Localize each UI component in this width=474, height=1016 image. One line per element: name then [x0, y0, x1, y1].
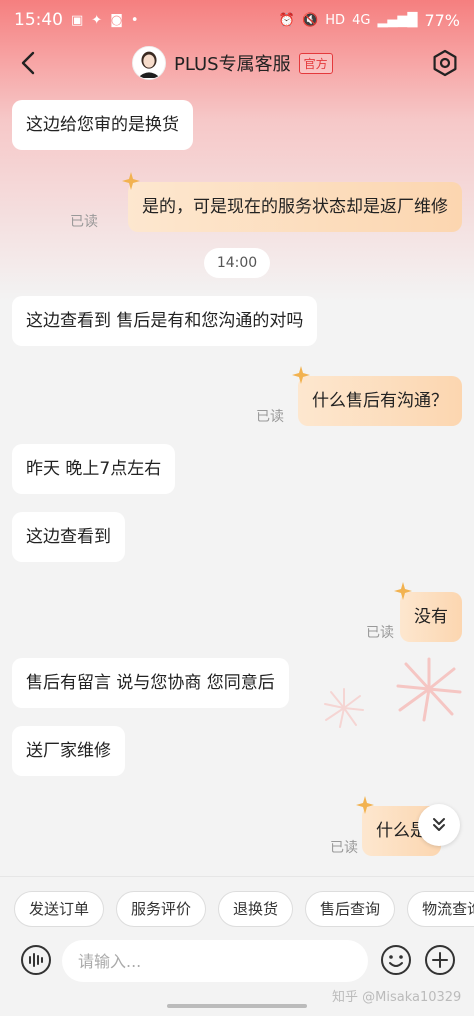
firework-decoration — [324, 688, 364, 728]
message-left: 送厂家维修 — [12, 726, 125, 776]
watermark: 知乎 @Misaka10329 — [332, 990, 462, 1005]
back-button[interactable] — [14, 48, 44, 78]
status-right: ⏰ 🔇 HD 4G ▂▄▆█ 77% — [279, 11, 460, 30]
message-input[interactable] — [62, 940, 368, 982]
tv-icon: ◙ — [110, 12, 123, 28]
battery-level: 77% — [424, 10, 460, 30]
message-right: 没有 — [394, 582, 462, 642]
read-label: 已读 — [256, 409, 284, 425]
star-icon — [394, 582, 412, 600]
chevron-double-down-icon — [433, 818, 445, 831]
voice-icon — [21, 945, 51, 975]
page-title: PLUS专属客服 — [174, 54, 291, 75]
nav-bar: PLUS专属客服 官方 — [0, 40, 474, 86]
alarm-icon: ⏰ — [278, 12, 296, 28]
voice-button[interactable] — [20, 944, 52, 976]
read-label: 已读 — [330, 840, 358, 856]
nav-center: PLUS专属客服 官方 — [132, 46, 333, 80]
star-icon — [292, 366, 310, 384]
message-left: 这边给您审的是换货 — [12, 100, 193, 150]
quick-after-sales-query[interactable]: 售后查询 — [305, 890, 396, 927]
emoji-button[interactable] — [380, 944, 412, 976]
dot-icon: • — [130, 12, 139, 28]
star-icon — [356, 796, 374, 814]
mute-icon: 🔇 — [302, 12, 319, 28]
official-badge: 官方 — [298, 52, 333, 74]
twitter-icon: ✦ — [91, 12, 103, 28]
time-divider: 14:00 — [204, 248, 270, 278]
avatar-icon — [133, 47, 165, 78]
settings-button[interactable] — [430, 48, 460, 78]
message-right: 什么售后有沟通？ — [292, 366, 462, 426]
read-label: 已读 — [70, 214, 98, 230]
message-text: 是的，可是现在的服务状态却是返厂维修 — [142, 197, 448, 217]
message-left: 这边查看到 售后是有和您沟通的对吗 — [12, 296, 318, 346]
star-icon — [122, 172, 140, 190]
more-button[interactable] — [424, 944, 456, 976]
network-label: 4G — [352, 12, 371, 28]
home-indicator[interactable] — [167, 1004, 307, 1008]
plus-icon — [425, 945, 455, 975]
status-bar: 15:40 ▣ ✦ ◙ • ⏰ 🔇 HD 4G ▂▄▆█ 77% — [0, 0, 474, 40]
gallery-icon: ▣ — [71, 12, 84, 28]
quick-send-order[interactable]: 发送订单 — [14, 890, 105, 927]
scroll-to-bottom-button[interactable] — [418, 804, 460, 846]
read-label: 已读 — [366, 625, 394, 641]
signal-icon: ▂▄▆█ — [377, 12, 418, 28]
message-left: 这边查看到 — [12, 512, 125, 562]
message-right: 是的，可是现在的服务状态却是返厂维修 — [122, 172, 462, 232]
status-left: 15:40 ▣ ✦ ◙ • — [14, 10, 139, 30]
hd-label: HD — [325, 12, 346, 28]
emoji-icon — [381, 945, 411, 975]
quick-return-exchange[interactable]: 退换货 — [218, 890, 294, 927]
quick-service-rating[interactable]: 服务评价 — [116, 890, 207, 927]
message-left: 昨天 晚上7点左右 — [12, 444, 176, 494]
agent-avatar[interactable] — [132, 46, 166, 80]
message-left: 售后有留言 说与您协商 您同意后 — [12, 658, 289, 708]
chat-messages[interactable]: 这边给您审的是换货 已读 是的，可是现在的服务状态却是返厂维修 14:00 这边… — [0, 86, 474, 876]
status-time: 15:40 — [14, 10, 63, 30]
message-text: 没有 — [414, 607, 448, 627]
settings-icon — [433, 49, 457, 77]
firework-decoration — [396, 657, 462, 722]
back-icon — [21, 51, 35, 75]
message-text: 什么售后有沟通？ — [312, 391, 448, 411]
quick-logistics-query[interactable]: 物流查询 — [407, 890, 474, 927]
quick-action-bar: 发送订单 服务评价 退换货 售后查询 物流查询 — [0, 876, 474, 940]
